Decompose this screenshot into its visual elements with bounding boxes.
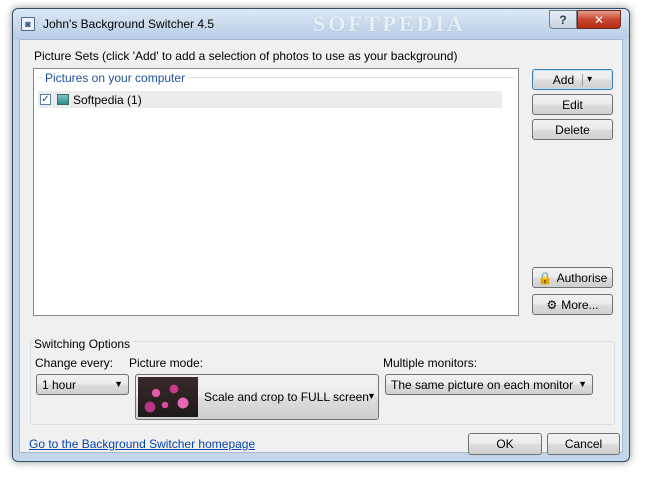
ok-button[interactable]: OK [468,433,542,455]
multiple-monitors-select[interactable]: The same picture on each monitor ▼ [385,374,593,395]
picture-sets-list[interactable]: Pictures on your computer ✓ Softpedia (1… [33,68,519,316]
edit-button[interactable]: Edit [532,94,613,115]
multiple-monitors-label: Multiple monitors: [383,356,478,370]
authorise-button[interactable]: 🔒 Authorise [532,267,613,288]
lock-icon: 🔒 [537,270,553,285]
group-title-pictures-on-computer: Pictures on your computer [42,71,189,85]
multiple-monitors-value: The same picture on each monitor [391,377,574,392]
list-item[interactable]: ✓ Softpedia (1) [38,91,502,108]
list-item-checkbox[interactable]: ✓ [40,94,51,105]
window-title: John's Background Switcher 4.5 [43,17,215,31]
switching-options-heading: Switching Options [34,337,134,351]
picture-sets-heading: Picture Sets (click 'Add' to add a selec… [34,49,458,63]
picture-mode-select[interactable]: Scale and crop to FULL screen ▼ [135,374,379,420]
help-button[interactable]: ? [549,10,577,29]
delete-button[interactable]: Delete [532,119,613,140]
more-button[interactable]: ⚙ More... [532,294,613,315]
add-button-separator [582,73,584,86]
authorise-button-label: Authorise [556,270,608,285]
change-every-value: 1 hour [42,377,77,392]
watermark: SOFTPEDIA [313,11,466,36]
picture-mode-preview [138,377,198,417]
list-item-label: Softpedia (1) [73,92,142,107]
picture-mode-value: Scale and crop to FULL screen [204,390,369,404]
change-every-select[interactable]: 1 hour ▼ [36,374,129,395]
add-button-label: Add [552,72,575,87]
cancel-button[interactable]: Cancel [547,433,620,455]
more-button-label: More... [561,297,599,312]
dropdown-arrow-icon: ▼ [367,391,376,401]
homepage-link[interactable]: Go to the Background Switcher homepage [29,437,255,451]
picture-set-icon [57,94,69,105]
dropdown-arrow-icon: ▼ [114,379,123,389]
gear-icon: ⚙ [546,297,558,312]
picture-mode-label: Picture mode: [129,356,204,370]
close-button[interactable]: ✕ [577,10,621,29]
change-every-label: Change every: [35,356,114,370]
add-button[interactable]: Add ▾ [532,69,613,90]
app-icon[interactable]: ◙ [21,17,35,31]
title-bar[interactable]: ◙ John's Background Switcher 4.5 SOFTPED… [13,9,629,39]
dialog-body: Picture Sets (click 'Add' to add a selec… [19,39,623,455]
app-window: ◙ John's Background Switcher 4.5 SOFTPED… [12,8,630,462]
dropdown-arrow-icon: ▼ [578,379,587,389]
chevron-down-icon[interactable]: ▾ [587,74,592,85]
